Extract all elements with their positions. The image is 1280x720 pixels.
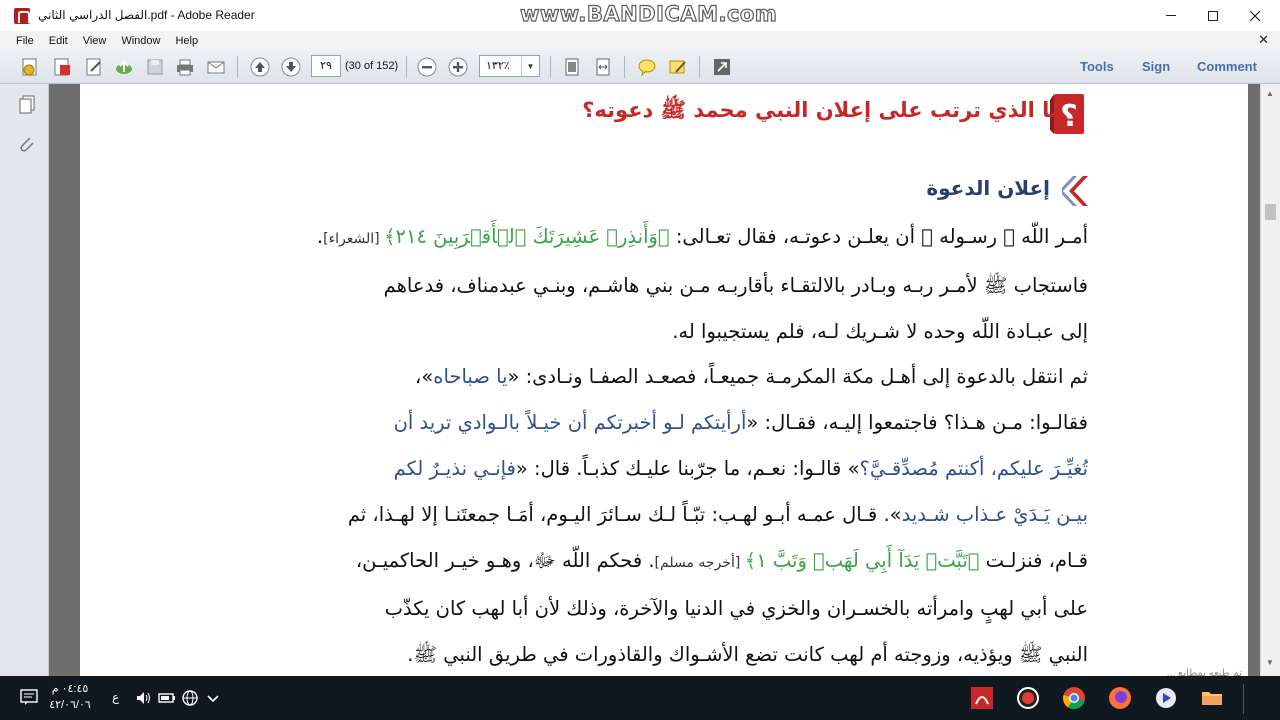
- text-line: إلى عبـادة اللّه وحده لا شـريك لـه، فلم …: [672, 319, 1088, 343]
- chevron-down-icon[interactable]: ▼: [521, 56, 539, 76]
- scroll-down-icon[interactable]: ▼: [1266, 658, 1274, 667]
- scroll-up-icon[interactable]: ▲: [1266, 89, 1274, 98]
- page-thumbnails-icon[interactable]: [17, 94, 37, 114]
- text-line: أمـر اللّه ﷻ رسـوله ﷺ أن يعلـن دعوتـه، ف…: [316, 225, 1088, 248]
- minimize-icon: [1166, 15, 1176, 16]
- toolbar-separator: [699, 56, 700, 78]
- tray-date: ٤٢/٠٦/٠٦: [49, 699, 91, 711]
- section-title: إعلان الدعوة: [926, 176, 1050, 200]
- fit-page-icon[interactable]: [561, 56, 583, 78]
- toolbar-separator: [550, 56, 551, 78]
- double-chevron-icon: [1062, 176, 1088, 206]
- window-title: الفصل الدراسي الثاني.pdf - Adobe Reader: [38, 8, 255, 22]
- text-line: النبي ﷺ ويؤذيه، وزوجته أم لهب كانت تضع ا…: [407, 643, 1088, 667]
- hadith-reference: [أخرجه مسلم]: [654, 554, 745, 571]
- text-line: فقالـوا: مـن هـذا؟ فاجتمعوا إليـه، فقـال…: [393, 411, 1088, 435]
- tray-clock[interactable]: ٠٤:٤٥ م ٤٢/٠٦/٠٦: [40, 681, 100, 713]
- zoom-out-icon[interactable]: [416, 56, 438, 78]
- bandicam-watermark: www.BANDICAM.com: [519, 1, 778, 26]
- close-window-button[interactable]: [1232, 0, 1278, 31]
- page-count: (30 of 152): [345, 60, 399, 72]
- toolbar-separator: [624, 56, 625, 78]
- menu-file[interactable]: File: [16, 35, 34, 47]
- close-icon: [1249, 10, 1261, 21]
- pdf-page: ؟ ما الذي ترتب على إعلان النبي محمد ﷺ دع…: [80, 84, 1248, 676]
- tools-button[interactable]: Tools: [1080, 59, 1114, 74]
- email-icon[interactable]: [205, 56, 227, 78]
- minimize-button[interactable]: [1148, 0, 1194, 31]
- print-icon[interactable]: [174, 56, 196, 78]
- zoom-in-icon[interactable]: [447, 56, 469, 78]
- speaker-icon[interactable]: [135, 689, 153, 707]
- highlight-text-icon[interactable]: [667, 56, 689, 78]
- input-language[interactable]: ع: [112, 690, 119, 704]
- show-hidden-icons-chevron[interactable]: [204, 689, 222, 707]
- hadith-text: بيـن يَـدَيْ عـذاب شـديد: [901, 502, 1088, 526]
- save-icon[interactable]: [144, 56, 166, 78]
- text-line: ثم انتقل بالدعوة إلى أهـل مكة المكرمـة ج…: [415, 365, 1088, 389]
- menu-view[interactable]: View: [83, 35, 107, 47]
- adobe-reader-taskbar-icon[interactable]: [970, 686, 994, 710]
- full-screen-icon[interactable]: [711, 56, 733, 78]
- verse-reference: [الشعراء]: [323, 231, 385, 247]
- adobe-reader-icon: [14, 8, 30, 24]
- hadith-text: فإنـي نذيـرٌ لكم: [393, 456, 516, 480]
- quran-verse: ﴿وَأَنذِرۡ عَشِيرَتَكَ ٱلۡأَقۡرَبِينَ ٢١…: [384, 225, 670, 248]
- tray-time: ٠٤:٤٥ م: [51, 683, 89, 695]
- comment-button[interactable]: Comment: [1197, 59, 1257, 74]
- toolbar-separator: [406, 56, 407, 78]
- question-title: ما الذي ترتب على إعلان النبي محمد ﷺ دعوت…: [582, 98, 1063, 122]
- text-line: فاستجاب ﷺ لأمـر ربـه وبـادر بالالتقـاء ب…: [383, 273, 1088, 297]
- notification-icon[interactable]: [20, 689, 38, 705]
- video-player-icon[interactable]: [1154, 686, 1178, 710]
- menu-window[interactable]: Window: [121, 35, 160, 47]
- hadith-text: تُغيِّـرَ عليكم، أكنتم مُصدِّقـيَّ؟: [859, 456, 1088, 480]
- title-bar: الفصل الدراسي الثاني.pdf - Adobe Reader …: [0, 0, 1280, 31]
- scroll-thumb[interactable]: [1265, 204, 1276, 220]
- text-line: على أبي لهبٍ وامرأته بالخسـران والخزي في…: [384, 597, 1088, 621]
- file-explorer-icon[interactable]: [1200, 686, 1224, 710]
- page-footer: تم طبعه بمطابع ...: [1166, 668, 1242, 676]
- menu-help[interactable]: Help: [175, 35, 198, 47]
- navigation-pane: [0, 84, 49, 676]
- zoom-value: ١٣٢٪: [486, 60, 510, 72]
- toolbar-separator: [237, 56, 238, 78]
- maximize-button[interactable]: [1190, 0, 1236, 31]
- cloud-upload-icon[interactable]: [113, 56, 135, 78]
- fit-width-icon[interactable]: [592, 56, 614, 78]
- text-line: قـام، فنزلـت ﴿تَبَّتۡ يَدَآ أَبِي لَهَبٖ…: [355, 548, 1088, 572]
- zoom-select[interactable]: ١٣٢٪ ▼: [479, 55, 540, 77]
- attachments-icon[interactable]: [17, 134, 37, 154]
- hadith-text: يا صباحاه: [433, 365, 508, 389]
- next-page-icon[interactable]: [280, 56, 302, 78]
- menu-edit[interactable]: Edit: [49, 35, 68, 47]
- page-number-input[interactable]: ٢٩: [311, 55, 341, 77]
- document-view[interactable]: ؟ ما الذي ترتب على إعلان النبي محمد ﷺ دع…: [49, 84, 1260, 676]
- hadith-text: أرأيتكم لـو أخبرتكم أن خيـلاً بالـوادي ت…: [393, 411, 747, 435]
- close-document-icon[interactable]: ✕: [1258, 32, 1269, 48]
- previous-page-icon[interactable]: [249, 56, 271, 78]
- network-globe-icon[interactable]: [181, 689, 199, 707]
- taskbar-separator: [1243, 684, 1244, 714]
- firefox-icon[interactable]: [1108, 686, 1132, 710]
- edit-pdf-icon[interactable]: [83, 56, 105, 78]
- vertical-scrollbar[interactable]: ▲ ▼: [1260, 84, 1280, 676]
- bandicam-record-icon[interactable]: [1016, 686, 1040, 710]
- text-line: تُغيِّـرَ عليكم، أكنتم مُصدِّقـيَّ؟» قال…: [393, 456, 1088, 480]
- battery-icon[interactable]: [158, 689, 176, 707]
- comment-note-icon[interactable]: [636, 56, 658, 78]
- chrome-icon[interactable]: [1062, 686, 1086, 710]
- text-line: بيـن يَـدَيْ عـذاب شـديد». قـال عمـه أبـ…: [347, 502, 1088, 526]
- create-pdf-icon[interactable]: [19, 56, 41, 78]
- body-text: أمـر اللّه ﷻ رسـوله ﷺ أن يعلـن دعوتـه، ف…: [228, 214, 1088, 676]
- menu-bar: File Edit View Window Help ✕: [0, 31, 1280, 50]
- quran-verse: ﴿تَبَّتۡ يَدَآ أَبِي لَهَبٖ وَتَبَّ ١﴾: [744, 548, 980, 572]
- sign-button[interactable]: Sign: [1142, 59, 1170, 74]
- combine-files-icon[interactable]: [51, 56, 73, 78]
- maximize-icon: [1208, 10, 1218, 21]
